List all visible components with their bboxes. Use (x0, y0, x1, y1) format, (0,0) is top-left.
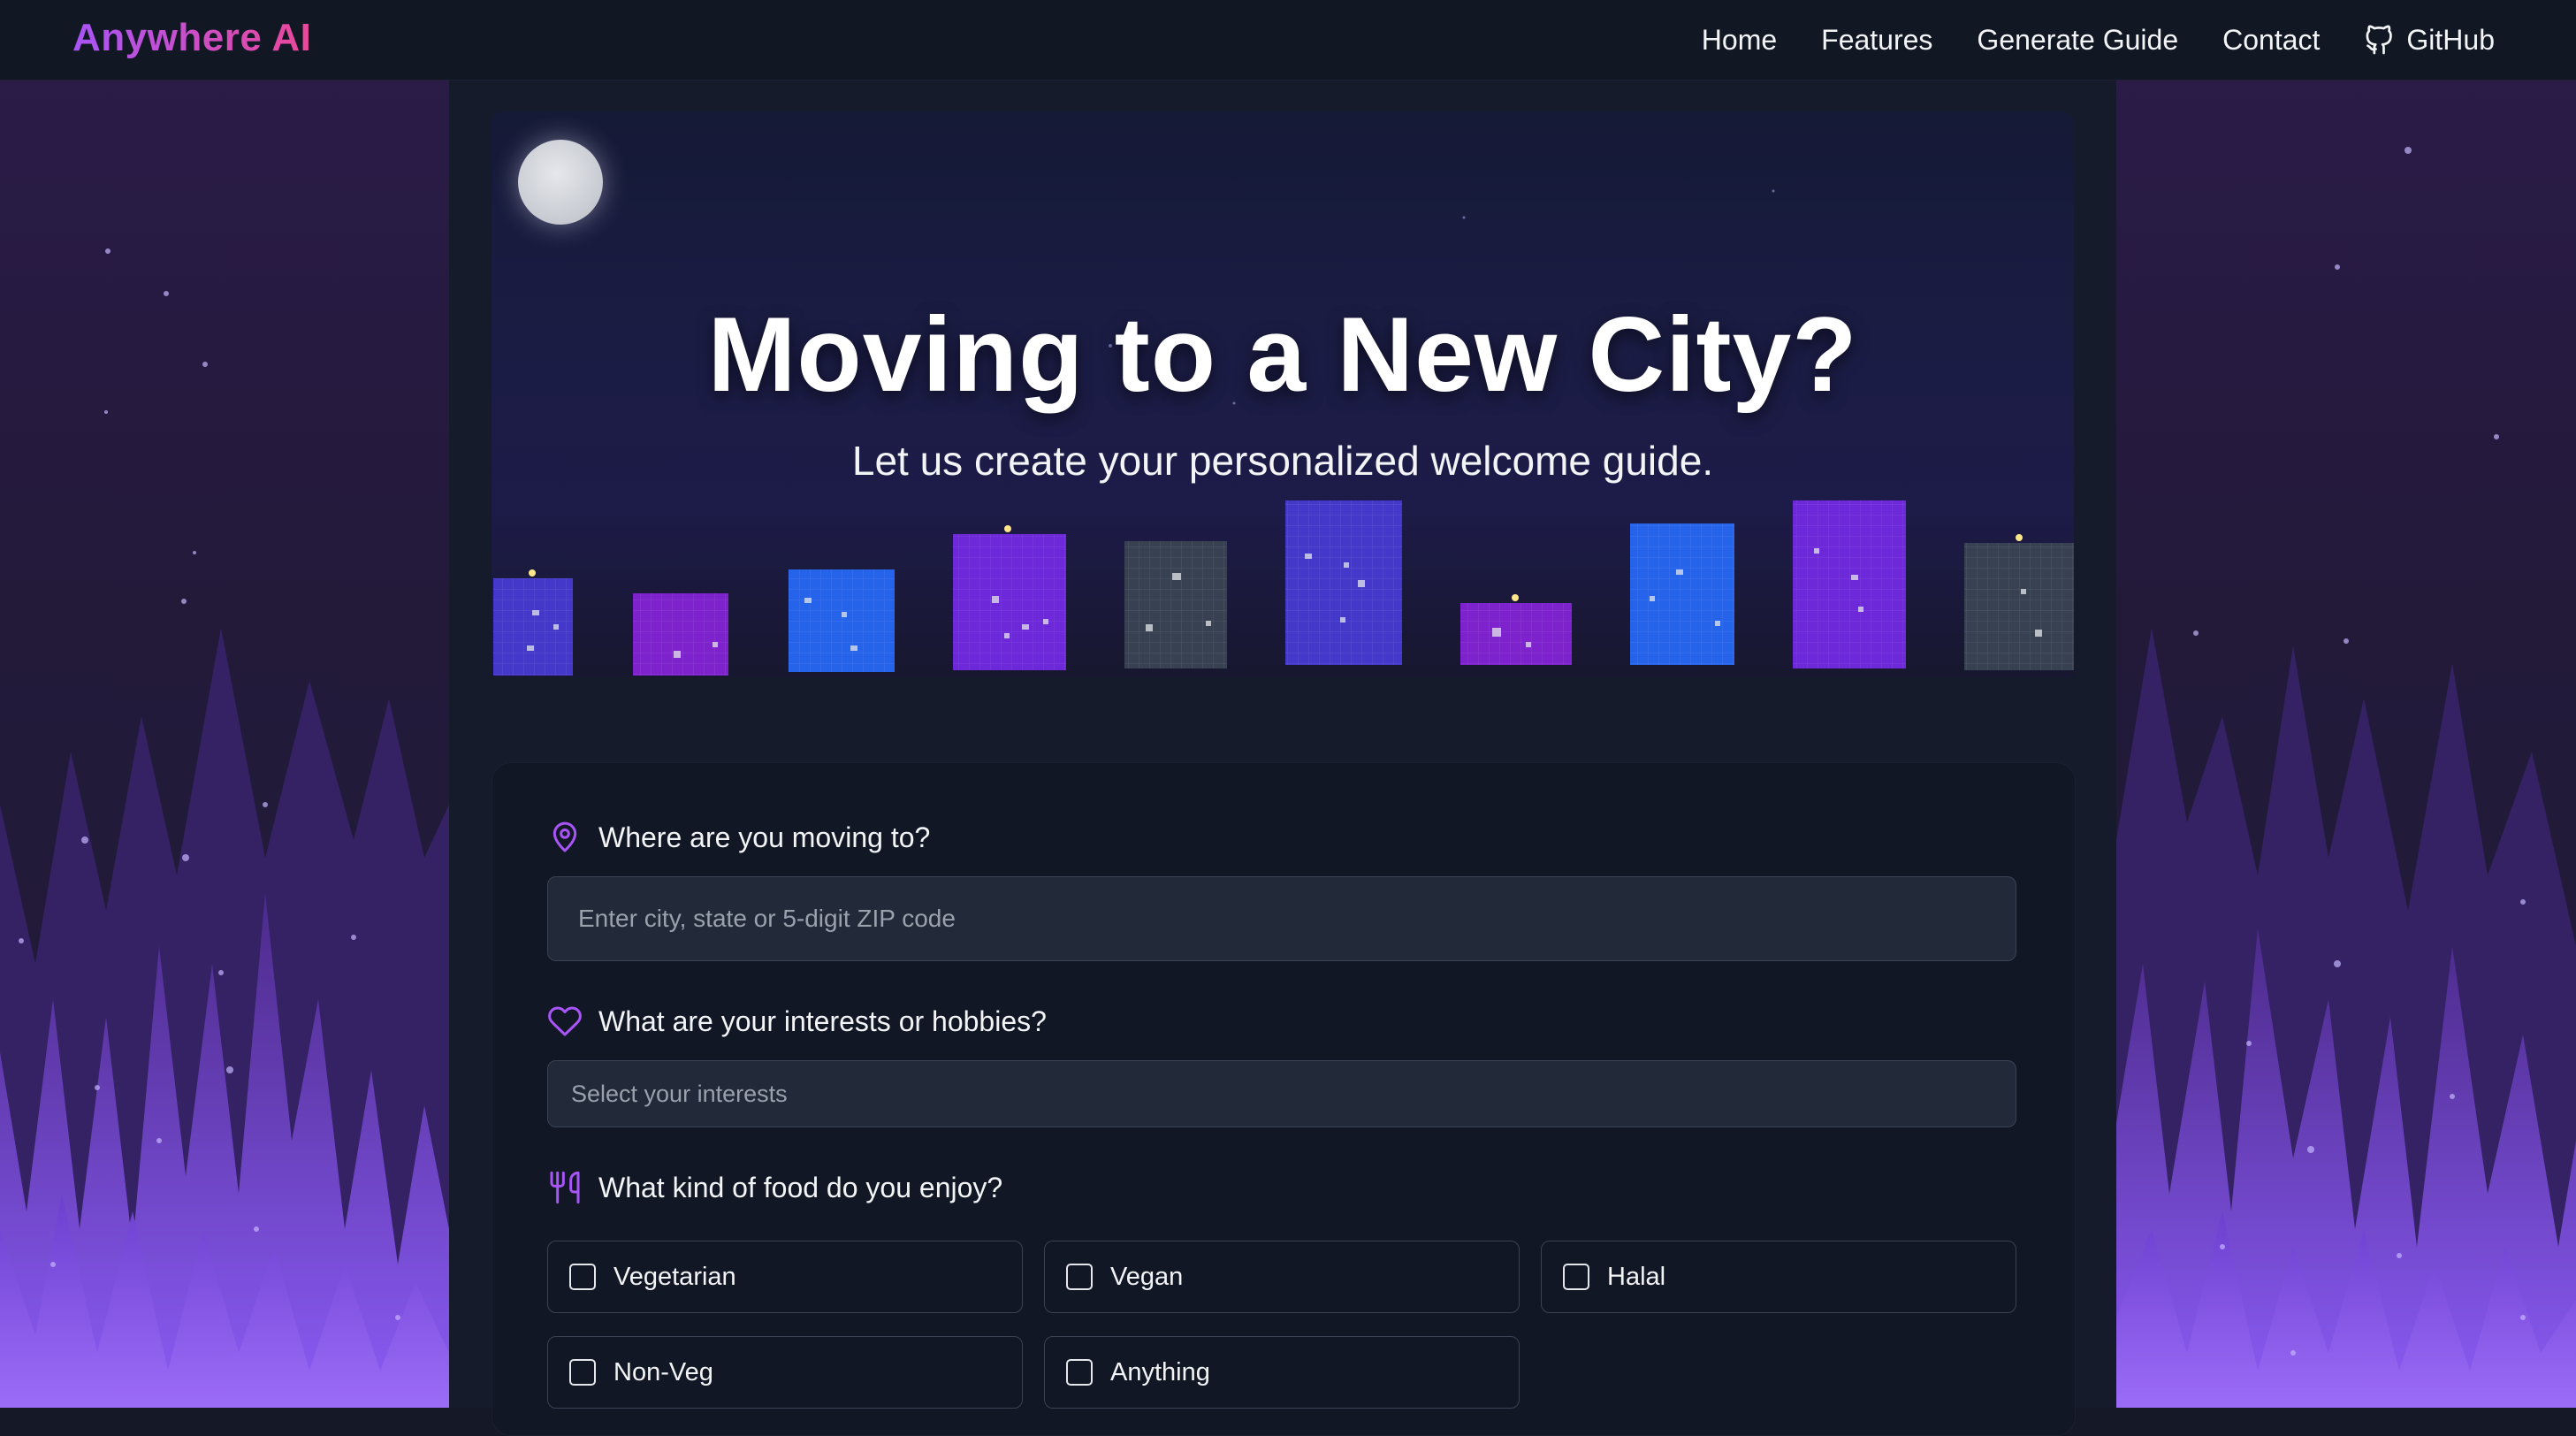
left-flames-decor (0, 248, 449, 1408)
checkbox-non-veg[interactable] (569, 1359, 596, 1386)
food-question: What kind of food do you enjoy? (547, 1170, 1002, 1205)
food-option-halal[interactable]: Halal (1541, 1241, 2016, 1313)
hero-title: Moving to a New City? (707, 295, 1858, 414)
top-navbar: Anywhere AI Home Features Generate Guide… (0, 0, 2576, 80)
checkbox-anything[interactable] (1066, 1359, 1093, 1386)
interests-label: What are your interests or hobbies? (598, 1004, 1047, 1037)
hero-subtitle: Let us create your personalized welcome … (851, 438, 1714, 484)
location-label: Where are you moving to? (598, 821, 931, 853)
location-input[interactable]: Enter city, state or 5-digit ZIP code (547, 876, 2016, 961)
food-option-label: Anything (1110, 1357, 1210, 1386)
hero-banner: Moving to a New City? Let us create your… (492, 111, 2074, 677)
nav-link-home[interactable]: Home (1702, 24, 1777, 57)
nav-link-generate-guide[interactable]: Generate Guide (1977, 24, 2178, 57)
checkbox-vegetarian[interactable] (569, 1264, 596, 1290)
food-option-label: Vegetarian (614, 1262, 736, 1291)
checkbox-vegan[interactable] (1066, 1264, 1093, 1290)
guide-form-card: Where are you moving to? Enter city, sta… (492, 762, 2076, 1436)
nav-link-features[interactable]: Features (1821, 24, 1932, 57)
food-option-vegetarian[interactable]: Vegetarian (547, 1241, 1023, 1313)
interests-select[interactable]: Select your interests (547, 1060, 2016, 1127)
brand-logo[interactable]: Anywhere AI (72, 16, 311, 60)
food-option-label: Non-Veg (614, 1357, 713, 1386)
github-label: GitHub (2406, 23, 2495, 56)
food-label: What kind of food do you enjoy? (598, 1171, 1003, 1203)
food-option-anything[interactable]: Anything (1044, 1336, 1520, 1409)
checkbox-halal[interactable] (1563, 1264, 1589, 1290)
interests-question: What are your interests or hobbies? (547, 1004, 1047, 1039)
food-option-label: Halal (1607, 1262, 1666, 1291)
food-option-label: Vegan (1110, 1262, 1184, 1291)
nav-link-github[interactable]: GitHub (2364, 24, 2495, 57)
nav-link-contact[interactable]: Contact (2222, 24, 2320, 57)
moon-decor (518, 140, 603, 225)
nav-links: Home Features Generate Guide Contact Git… (1702, 19, 2495, 60)
right-flames-decor (2116, 147, 2576, 1408)
utensils-icon (550, 1171, 580, 1204)
food-option-vegan[interactable]: Vegan (1044, 1241, 1520, 1313)
left-decor-panel (0, 80, 449, 1408)
heart-icon (548, 1006, 582, 1036)
right-decor-panel (2116, 80, 2576, 1408)
location-question: Where are you moving to? (547, 820, 930, 855)
food-option-non-veg[interactable]: Non-Veg (547, 1336, 1023, 1409)
map-pin-icon (553, 821, 577, 852)
github-icon (2366, 25, 2393, 55)
